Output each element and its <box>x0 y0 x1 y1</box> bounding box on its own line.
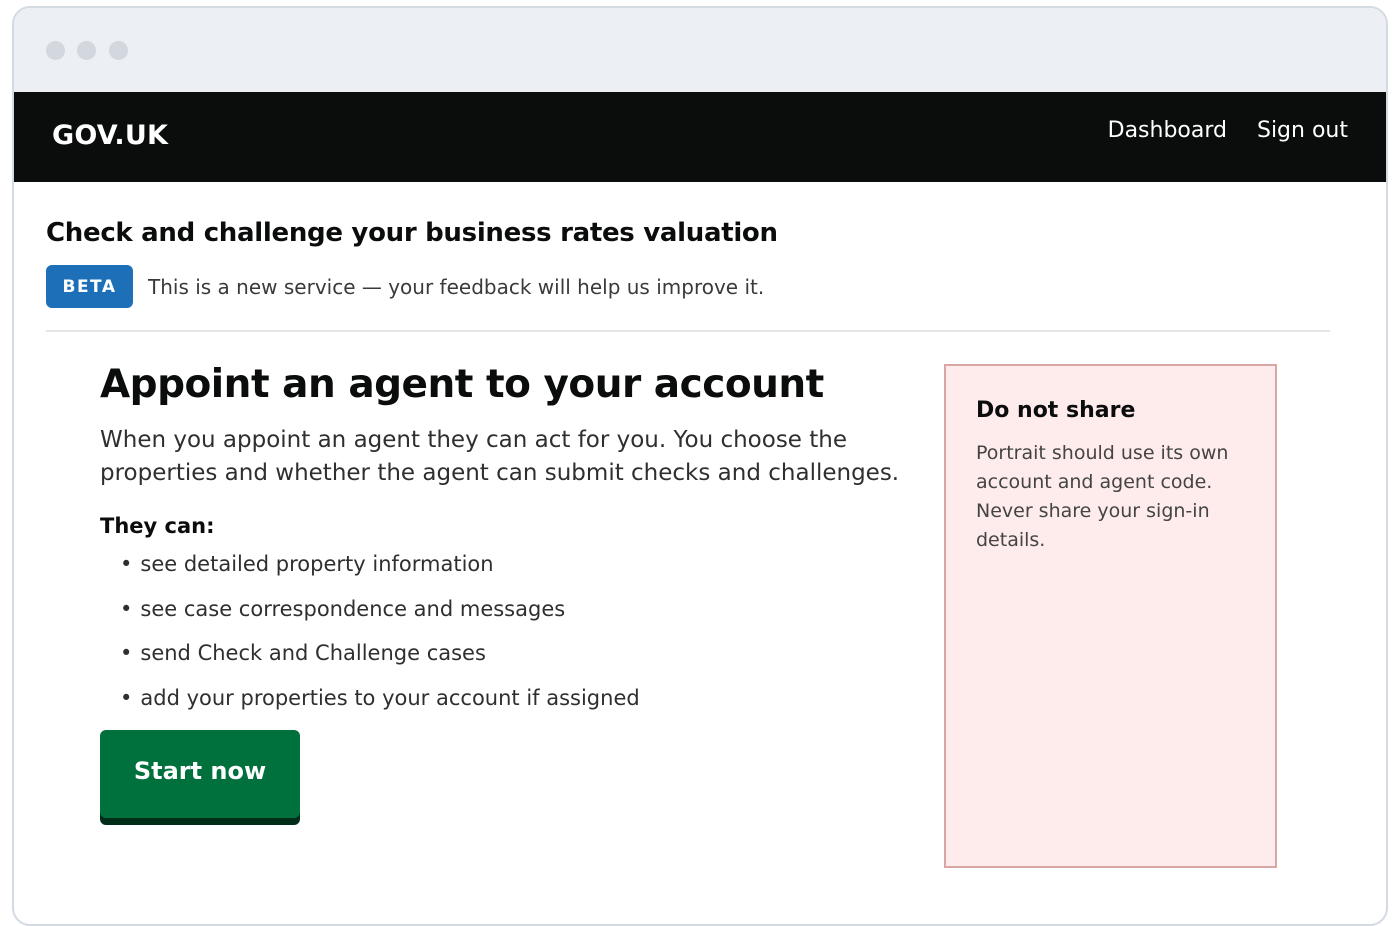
govuk-logo[interactable]: GOV.UK <box>52 120 168 151</box>
list-item: see detailed property information <box>120 552 900 576</box>
start-now-button[interactable]: Start now <box>100 730 300 818</box>
phase-banner-text: This is a new service — your feedback wi… <box>148 274 765 299</box>
window-maximize-dot[interactable] <box>109 41 128 60</box>
service-title: Check and challenge your business rates … <box>46 218 778 248</box>
phase-banner: BETA This is a new service — your feedba… <box>46 265 764 308</box>
beta-tag: BETA <box>46 265 133 308</box>
window-minimize-dot[interactable] <box>77 41 96 60</box>
window-titlebar <box>14 8 1386 92</box>
nav-links: Dashboard Sign out <box>1108 118 1348 143</box>
warning-title: Do not share <box>976 398 1136 423</box>
nav-link-dashboard[interactable]: Dashboard <box>1108 118 1227 143</box>
main-content: Appoint an agent to your account When yo… <box>100 362 900 818</box>
page-heading: Appoint an agent to your account <box>100 362 824 407</box>
lead-paragraph: When you appoint an agent they can act f… <box>100 427 900 486</box>
top-navigation: GOV.UK Dashboard Sign out <box>14 92 1386 182</box>
service-header: Check and challenge your business rates … <box>46 218 778 248</box>
list-item: add your properties to your account if a… <box>120 686 900 710</box>
list-item: see case correspondence and messages <box>120 597 900 621</box>
list-subheading: They can: <box>100 514 215 538</box>
list-item: send Check and Challenge cases <box>120 641 900 665</box>
warning-body: Portrait should use its own account and … <box>976 442 1229 551</box>
nav-link-sign-out[interactable]: Sign out <box>1257 118 1348 143</box>
window-close-dot[interactable] <box>46 41 65 60</box>
warning-panel: Do not share Portrait should use its own… <box>944 364 1277 868</box>
permissions-list: see detailed property information see ca… <box>100 552 900 710</box>
section-divider <box>46 330 1330 332</box>
